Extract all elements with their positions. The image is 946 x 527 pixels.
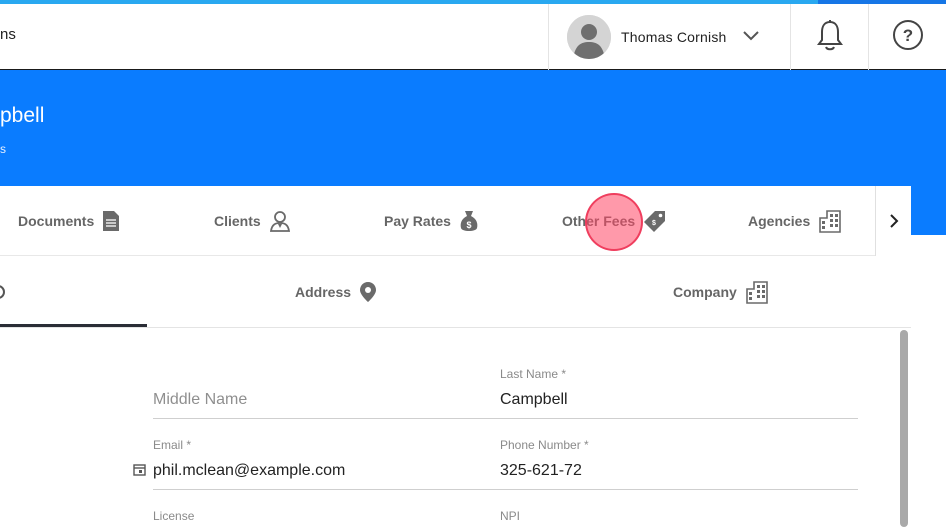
field-label xyxy=(153,367,500,383)
user-name: Thomas Cornish xyxy=(621,29,727,45)
profile-subtitle: s xyxy=(0,142,6,156)
detail-subtabs: Address Company xyxy=(0,256,911,328)
field-label: License xyxy=(153,509,195,523)
document-icon xyxy=(103,211,120,231)
notifications-button[interactable] xyxy=(790,4,868,70)
profile-name: pbell xyxy=(0,104,45,127)
bell-icon xyxy=(816,19,844,56)
tab-agencies[interactable]: Agencies xyxy=(748,186,842,256)
active-subtab-indicator xyxy=(0,324,147,327)
chevron-right-icon xyxy=(889,214,898,228)
email-input[interactable]: phil.mclean@example.com xyxy=(153,462,500,484)
field-label: Email * xyxy=(153,438,192,452)
section-tabs: Documents Clients Pay Rates $ Other Fees… xyxy=(0,186,911,256)
svg-text:$: $ xyxy=(466,220,471,230)
phone-number-input[interactable]: 325-621-72 xyxy=(500,462,858,484)
svg-text:?: ? xyxy=(902,26,912,45)
money-bag-icon: $ xyxy=(460,211,478,231)
subtab-label: Address xyxy=(295,284,352,300)
field-underline xyxy=(153,418,500,419)
tab-documents[interactable]: Documents xyxy=(18,186,120,256)
phone-number-field[interactable]: Phone Number * 325-621-72 xyxy=(500,438,858,490)
tabs-next-button[interactable] xyxy=(875,186,911,256)
page-breadcrumb: ns xyxy=(0,26,16,43)
field-label: NPI xyxy=(500,509,521,523)
tab-label: Agencies xyxy=(748,213,811,229)
subtab-label: Company xyxy=(673,284,737,300)
vertical-scrollbar[interactable] xyxy=(900,330,908,527)
location-pin-icon xyxy=(360,282,377,302)
tab-other-fees[interactable]: Other Fees $ xyxy=(562,186,667,256)
building-icon xyxy=(819,210,842,233)
middle-name-input[interactable]: Middle Name xyxy=(153,391,500,413)
calendar-icon xyxy=(133,463,146,481)
chevron-down-icon[interactable] xyxy=(742,28,759,46)
field-label: Phone Number * xyxy=(500,438,589,452)
svg-text:$: $ xyxy=(652,220,656,227)
building-icon xyxy=(745,281,768,304)
last-name-field[interactable]: Last Name * Campbell xyxy=(500,367,858,419)
help-icon: ? xyxy=(892,19,924,56)
license-field[interactable]: License xyxy=(153,509,500,525)
npi-field[interactable]: NPI xyxy=(500,509,858,525)
last-name-input[interactable]: Campbell xyxy=(500,391,858,413)
subtab-company[interactable]: Company xyxy=(673,256,769,328)
tab-label: Other Fees xyxy=(562,213,636,229)
tab-label: Pay Rates xyxy=(384,213,451,229)
user-menu[interactable]: Thomas Cornish xyxy=(548,4,790,70)
tab-pay-rates[interactable]: Pay Rates $ xyxy=(384,186,479,256)
tab-label: Clients xyxy=(214,213,261,229)
top-bar: ns Thomas Cornish ? xyxy=(0,4,946,70)
price-tag-icon: $ xyxy=(644,211,666,232)
field-underline xyxy=(500,418,858,419)
email-field[interactable]: Email * phil.mclean@example.com xyxy=(133,438,500,490)
field-underline xyxy=(153,489,500,490)
partial-tab-icon xyxy=(0,282,10,307)
field-underline xyxy=(500,489,858,490)
help-button[interactable]: ? xyxy=(868,4,946,70)
tab-clients[interactable]: Clients xyxy=(214,186,291,256)
client-icon xyxy=(269,211,290,232)
profile-card: Documents Clients Pay Rates $ Other Fees… xyxy=(0,186,911,527)
field-label: Last Name * xyxy=(500,367,567,381)
middle-name-field[interactable]: Middle Name xyxy=(153,367,500,419)
avatar xyxy=(567,15,611,59)
tab-label: Documents xyxy=(18,213,95,229)
subtab-address[interactable]: Address xyxy=(295,256,377,328)
